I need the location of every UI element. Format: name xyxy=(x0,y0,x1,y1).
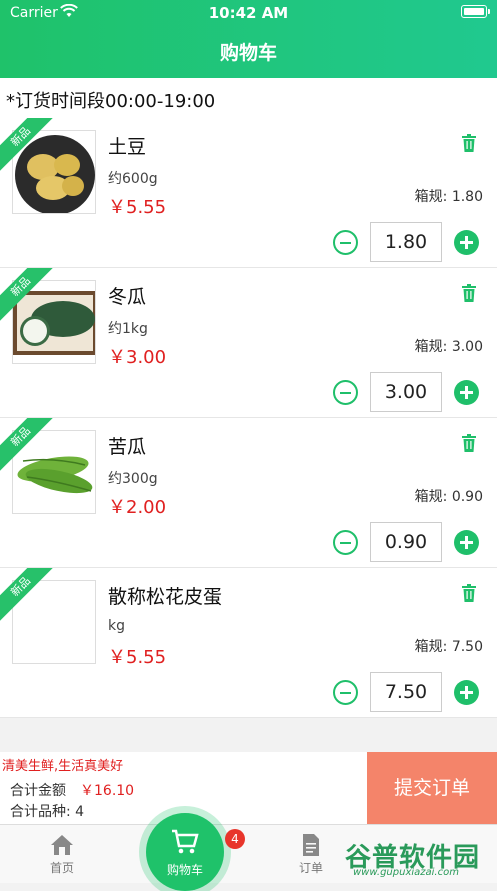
product-name: 土豆 xyxy=(108,136,147,158)
watermark: 谷普软件园 www.gupuxiazai.com xyxy=(345,837,493,878)
plus-button[interactable] xyxy=(454,230,479,255)
minus-button[interactable] xyxy=(333,380,358,405)
box-spec: 箱规: 0.90 xyxy=(414,489,483,505)
tab-home-label: 首页 xyxy=(49,861,74,875)
box-spec: 箱规: 1.80 xyxy=(414,189,483,205)
cart-item: 新品 散称松花皮蛋 kg ￥5.55 箱规: 7.50 7.50 xyxy=(0,568,497,718)
app-header: Carrier 10:42 AM 购物车 xyxy=(0,0,497,78)
plus-button[interactable] xyxy=(454,680,479,705)
minus-button[interactable] xyxy=(333,680,358,705)
trash-icon[interactable] xyxy=(461,134,477,152)
product-name: 冬瓜 xyxy=(108,286,147,308)
total-amount-value: ￥16.10 xyxy=(80,783,135,799)
document-icon xyxy=(303,834,319,856)
trash-icon[interactable] xyxy=(461,284,477,302)
plus-button[interactable] xyxy=(454,380,479,405)
box-spec: 箱规: 7.50 xyxy=(414,639,483,655)
quantity-stepper: 1.80 xyxy=(333,222,483,262)
quantity-stepper: 7.50 xyxy=(333,672,483,712)
product-price: ￥5.55 xyxy=(108,197,167,218)
cart-item: 新品 土豆 约600g ￥5.55 箱规: 1.80 1.80 xyxy=(0,118,497,268)
quantity-input[interactable]: 7.50 xyxy=(370,672,442,712)
home-icon xyxy=(51,835,73,855)
cart-count-badge: 4 xyxy=(225,829,245,849)
cart-summary: 清美生鲜,生活真美好 合计金额 ￥16.10 合计品种: 4 提交订单 xyxy=(0,752,497,824)
trash-icon[interactable] xyxy=(461,434,477,452)
product-weight: 约300g xyxy=(108,471,158,487)
total-amount-label: 合计金额 xyxy=(10,783,66,799)
product-price: ￥5.55 xyxy=(108,647,167,668)
clock: 10:42 AM xyxy=(208,4,289,22)
product-name: 散称松花皮蛋 xyxy=(108,586,223,608)
product-weight: kg xyxy=(108,618,125,634)
total-kinds: 合计品种: 4 xyxy=(10,804,85,820)
product-name: 苦瓜 xyxy=(108,436,147,458)
tab-cart[interactable]: 购物车 xyxy=(146,813,224,891)
cart-item: 新品 苦瓜 约300g ￥2.00 箱规: 0.90 0.90 xyxy=(0,418,497,568)
status-bar: Carrier 10:42 AM xyxy=(0,0,497,26)
box-spec: 箱规: 3.00 xyxy=(414,339,483,355)
quantity-input[interactable]: 0.90 xyxy=(370,522,442,562)
tab-cart-label: 购物车 xyxy=(166,863,203,877)
trash-icon[interactable] xyxy=(461,584,477,602)
plus-button[interactable] xyxy=(454,530,479,555)
battery-icon xyxy=(461,5,490,18)
cart-icon xyxy=(172,829,199,854)
order-time-notice: *订货时间段00:00-19:00 xyxy=(0,78,497,118)
product-weight: 约600g xyxy=(108,171,158,187)
watermark-url: www.gupuxiazai.com xyxy=(353,867,459,878)
product-weight: 约1kg xyxy=(108,321,148,337)
submit-order-button[interactable]: 提交订单 xyxy=(367,752,497,824)
slogan: 清美生鲜,生活真美好 xyxy=(2,759,124,774)
tab-bar: 首页 购物车 4 订单 谷普软件园 www.gupuxiazai.com xyxy=(0,813,497,891)
quantity-stepper: 0.90 xyxy=(333,522,483,562)
quantity-input[interactable]: 3.00 xyxy=(370,372,442,412)
cart-list: 新品 土豆 约600g ￥5.55 箱规: 1.80 1.80 新品 冬瓜 约1… xyxy=(0,118,497,718)
cart-item: 新品 冬瓜 约1kg ￥3.00 箱规: 3.00 3.00 xyxy=(0,268,497,418)
page-title: 购物车 xyxy=(219,42,277,64)
minus-button[interactable] xyxy=(333,230,358,255)
quantity-stepper: 3.00 xyxy=(333,372,483,412)
minus-button[interactable] xyxy=(333,530,358,555)
tab-order[interactable]: 订单 xyxy=(281,833,341,876)
tab-home[interactable]: 首页 xyxy=(32,833,92,876)
quantity-input[interactable]: 1.80 xyxy=(370,222,442,262)
tab-order-label: 订单 xyxy=(298,861,323,875)
product-price: ￥2.00 xyxy=(108,497,167,518)
product-price: ￥3.00 xyxy=(108,347,167,368)
